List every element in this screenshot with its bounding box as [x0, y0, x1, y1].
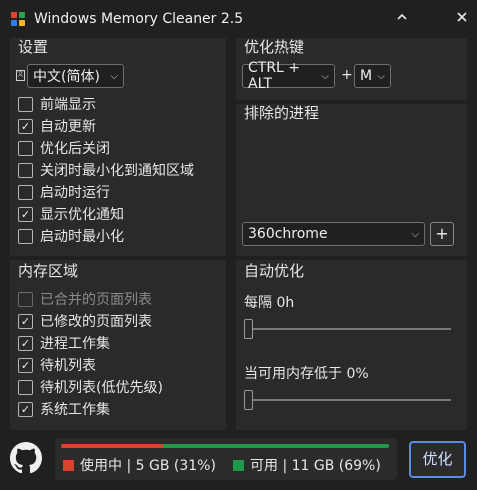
area-process-working-set[interactable]: ✓ 进程工作集 — [18, 332, 110, 354]
area-standby-list[interactable]: ✓ 待机列表 — [18, 354, 96, 376]
area-label: 待机列表(低优先级) — [40, 380, 163, 396]
slider-thumb[interactable] — [244, 390, 253, 410]
hotkey-key-value: M — [360, 68, 373, 84]
area-standby-list-low-priority[interactable]: 待机列表(低优先级) — [18, 376, 163, 398]
status-bar: 使用中 | 5 GB (31%) 可用 | 11 GB (69%) 优化 — [0, 438, 477, 490]
used-memory-text: 使用中 | 5 GB (31%) — [80, 458, 216, 474]
checkbox[interactable]: ✓ — [18, 206, 33, 222]
used-color-square — [63, 459, 74, 471]
checkbox[interactable] — [18, 184, 33, 200]
close-icon — [457, 12, 467, 22]
language-select-value: 中文(简体) — [33, 69, 100, 85]
setting-start-minimized[interactable]: 启动时最小化 — [18, 225, 124, 247]
area-combined-page-list[interactable]: 已合并的页面列表 — [18, 288, 152, 310]
slider-track — [248, 399, 451, 401]
chevron-down-icon: ⌵ — [321, 70, 329, 82]
checkbox[interactable] — [18, 228, 33, 244]
memory-used-fill — [61, 444, 163, 448]
used-legend: 使用中 | 5 GB (31%) — [63, 455, 216, 475]
setting-close-after-optimize[interactable]: 优化后关闭 — [18, 137, 110, 159]
app-logo-icon — [10, 11, 26, 27]
chevron-up-icon — [397, 13, 407, 20]
hotkey-modifier-value: CTRL + ALT — [248, 60, 301, 92]
hotkey-key-select[interactable]: M ⌵ — [354, 64, 391, 88]
process-select-value: 360chrome — [248, 226, 328, 242]
area-label: 系统工作集 — [40, 402, 110, 418]
checkbox[interactable] — [18, 162, 33, 178]
area-modified-page-list[interactable]: ✓ 已修改的页面列表 — [18, 310, 152, 332]
setting-label: 启动时最小化 — [40, 229, 124, 245]
checkbox[interactable] — [18, 379, 33, 395]
close-button[interactable] — [451, 8, 473, 30]
auto-optimize-header: 自动优化 — [244, 262, 305, 280]
setting-show-notification[interactable]: ✓ 显示优化通知 — [18, 203, 124, 225]
memory-usage-box: 使用中 | 5 GB (31%) 可用 | 11 GB (69%) — [55, 438, 397, 480]
checkbox[interactable] — [18, 96, 33, 112]
setting-auto-update[interactable]: ✓ 自动更新 — [18, 115, 96, 137]
checkbox[interactable]: ✓ — [18, 313, 33, 329]
optimize-button[interactable]: 优化 — [409, 441, 466, 478]
interval-label: 每隔 0h — [244, 295, 295, 311]
area-system-working-set[interactable]: ✓ 系统工作集 — [18, 398, 110, 420]
setting-label: 前端显示 — [40, 97, 96, 113]
checkbox[interactable]: ✓ — [18, 357, 33, 373]
setting-label: 启动时运行 — [40, 185, 110, 201]
github-icon[interactable] — [10, 442, 42, 474]
free-color-square — [233, 459, 244, 471]
chevron-down-icon: ⌵ — [411, 228, 419, 240]
setting-label: 优化后关闭 — [40, 141, 110, 157]
setting-label: 关闭时最小化到通知区域 — [40, 163, 194, 179]
process-select[interactable]: 360chrome ⌵ — [242, 222, 425, 246]
settings-header: 设置 — [18, 38, 49, 56]
window-title: Windows Memory Cleaner 2.5 — [34, 11, 244, 27]
free-memory-text: 可用 | 11 GB (69%) — [250, 458, 381, 474]
area-label: 已合并的页面列表 — [40, 292, 152, 308]
hotkey-panel: 优化热键 CTRL + ALT ⌵ + M ⌵ — [236, 38, 467, 100]
chevron-down-icon: ⌵ — [377, 70, 385, 82]
checkbox[interactable]: ✓ — [18, 335, 33, 351]
area-label: 已修改的页面列表 — [40, 314, 152, 330]
hotkey-modifier-select[interactable]: CTRL + ALT ⌵ — [242, 60, 335, 92]
area-label: 待机列表 — [40, 358, 96, 374]
checkbox[interactable] — [18, 140, 33, 156]
slider-track — [248, 328, 451, 330]
hotkey-plus-label: + — [341, 67, 353, 83]
setting-label: 显示优化通知 — [40, 207, 124, 223]
github-icon-graphic — [10, 442, 42, 474]
excluded-header: 排除的进程 — [244, 104, 320, 122]
minimize-button[interactable] — [391, 8, 413, 30]
low-memory-label: 当可用内存低于 0% — [244, 366, 369, 382]
setting-always-on-top[interactable]: 前端显示 — [18, 93, 96, 115]
slider-thumb[interactable] — [244, 319, 253, 339]
free-legend: 可用 | 11 GB (69%) — [233, 455, 381, 475]
language-icon: 文 — [16, 70, 25, 81]
excluded-processes-panel: 排除的进程 360chrome ⌵ + — [236, 104, 467, 256]
add-process-button[interactable]: + — [430, 222, 454, 246]
checkbox[interactable] — [18, 291, 33, 307]
memory-areas-header: 内存区域 — [18, 262, 79, 280]
memory-areas-panel: 内存区域 已合并的页面列表 ✓ 已修改的页面列表 ✓ 进程工作集 ✓ 待机列表 待机列… — [10, 260, 226, 430]
area-label: 进程工作集 — [40, 336, 110, 352]
language-select[interactable]: 中文(简体) ⌵ — [27, 64, 124, 88]
memory-usage-bar — [61, 444, 389, 448]
settings-panel: 设置 文 中文(简体) ⌵ 前端显示 ✓ 自动更新 优化后关闭 关闭时最小化到通知… — [10, 38, 226, 256]
auto-optimize-panel: 自动优化 每隔 0h 当可用内存低于 0% — [236, 260, 467, 430]
setting-minimize-to-tray[interactable]: 关闭时最小化到通知区域 — [18, 159, 194, 181]
chevron-down-icon: ⌵ — [110, 70, 118, 82]
low-memory-slider[interactable] — [244, 390, 451, 410]
hotkey-header: 优化热键 — [244, 38, 305, 56]
checkbox[interactable]: ✓ — [18, 401, 33, 417]
setting-label: 自动更新 — [40, 119, 96, 135]
checkbox[interactable]: ✓ — [18, 118, 33, 134]
interval-slider[interactable] — [244, 319, 451, 339]
setting-run-at-startup[interactable]: 启动时运行 — [18, 181, 110, 203]
